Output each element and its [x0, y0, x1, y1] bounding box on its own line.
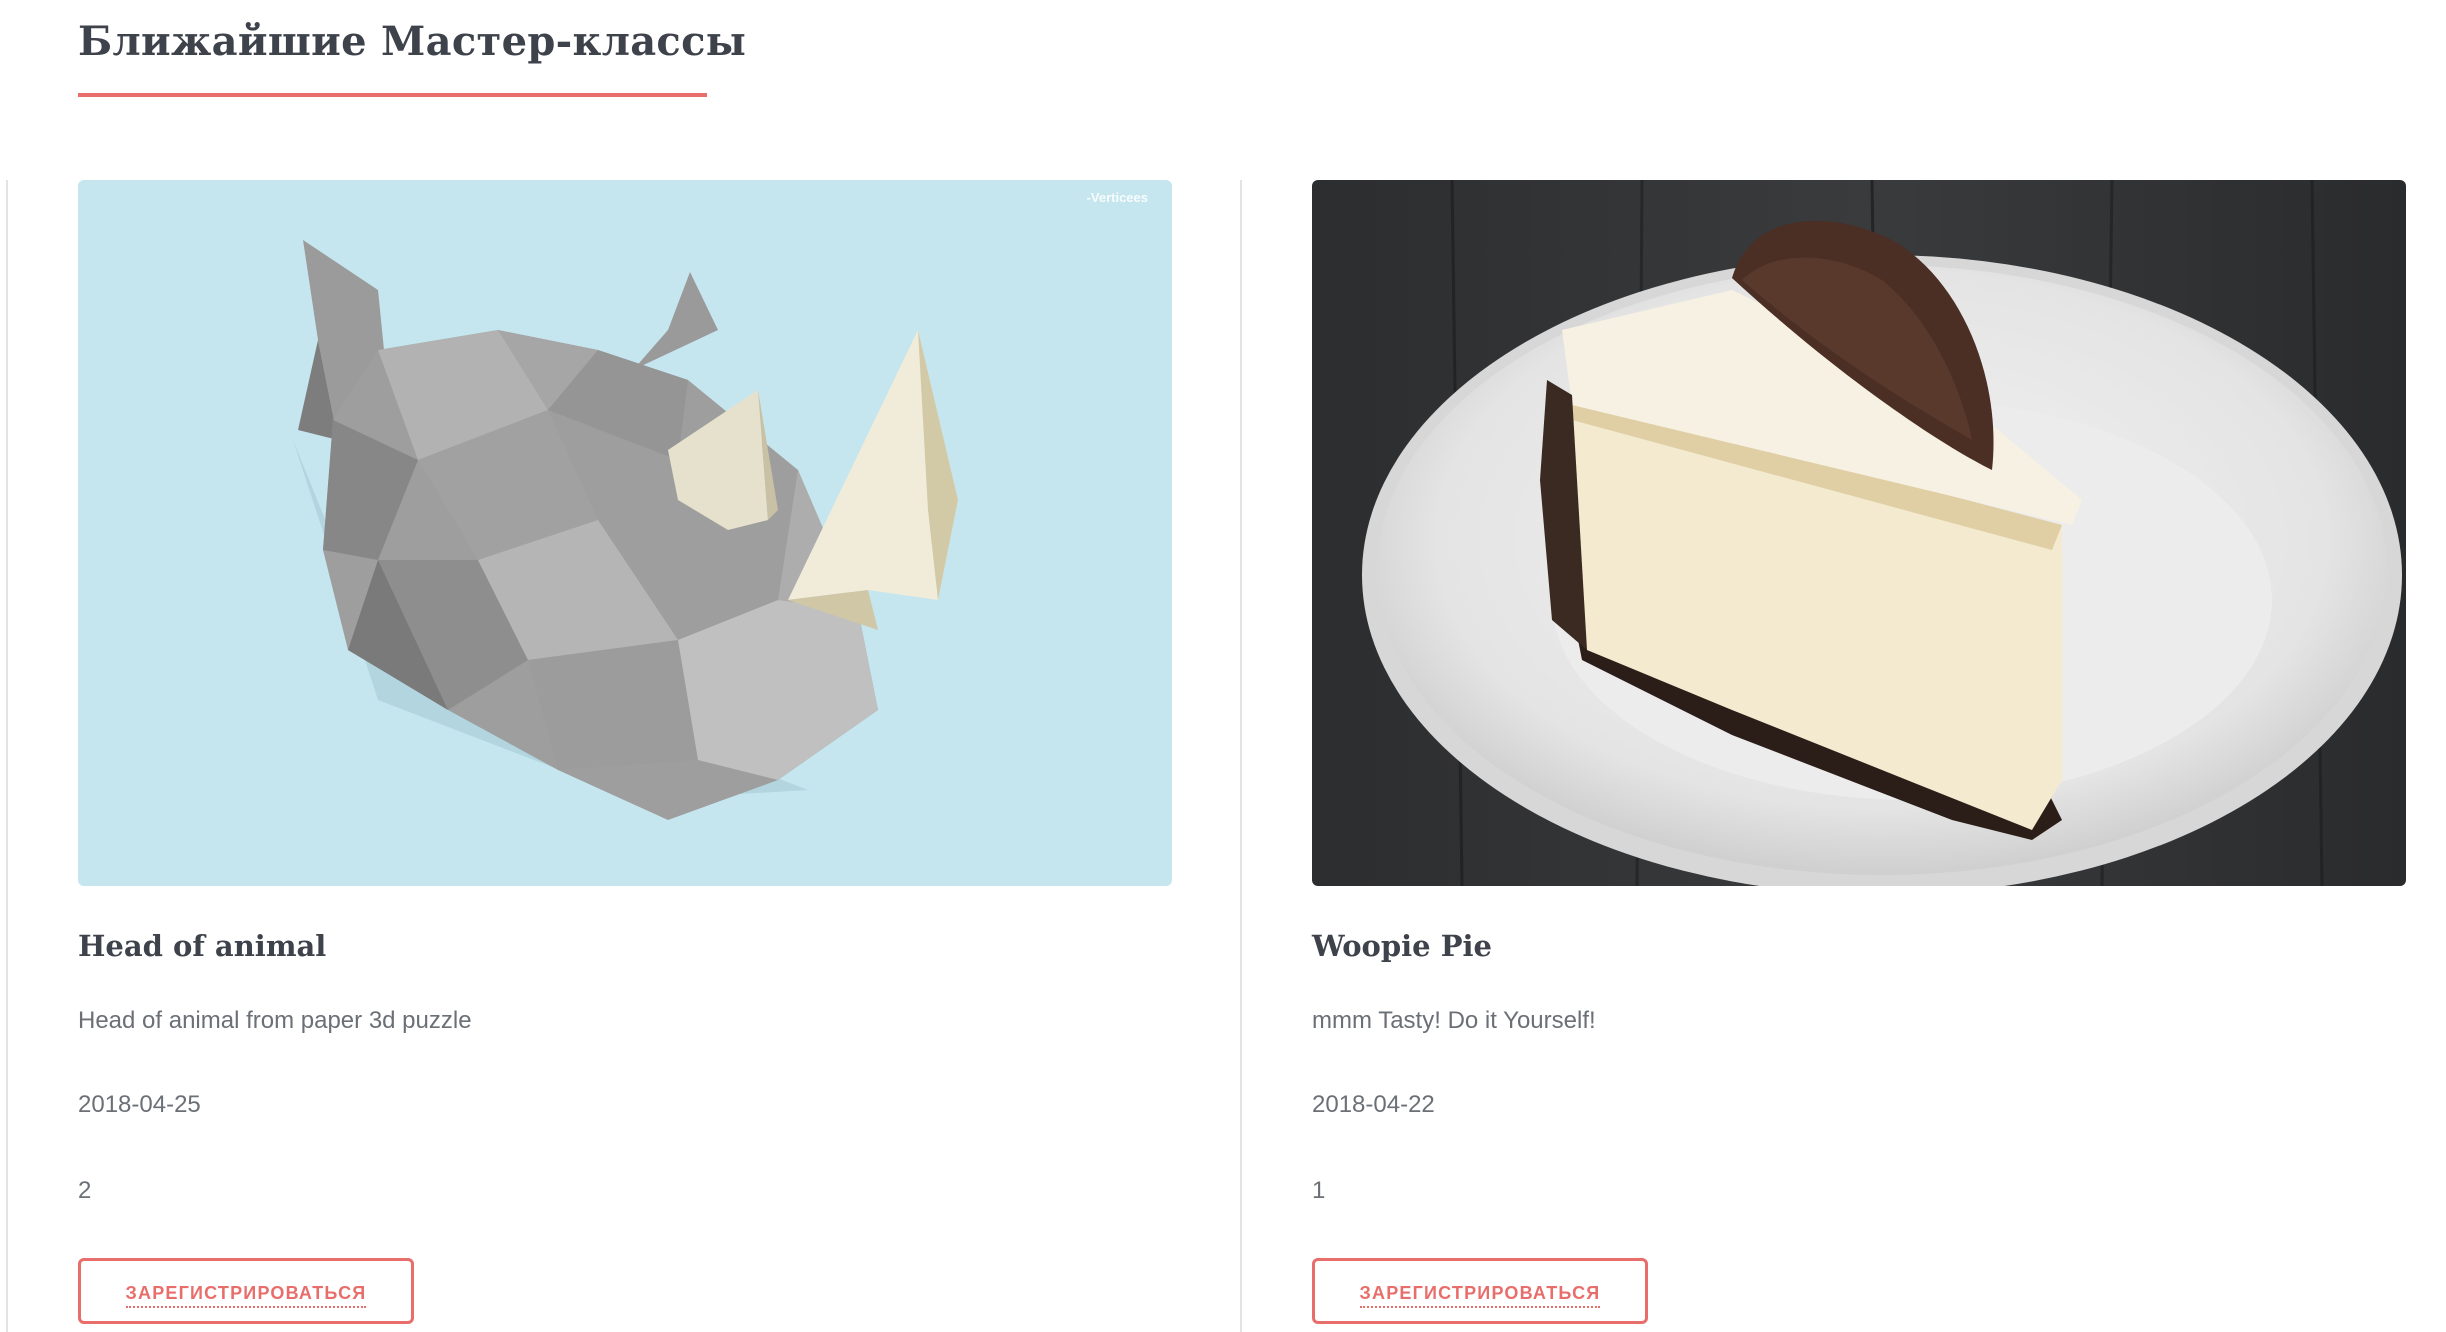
workshop-card: -Verticees Head of animal Head of animal…: [78, 180, 1172, 1324]
workshop-description: mmm Tasty! Do it Yourself!: [1312, 1007, 1596, 1034]
rhino-image: [78, 180, 1172, 886]
workshop-card: Woopie Pie mmm Tasty! Do it Yourself! 20…: [1312, 180, 2406, 1324]
workshop-image[interactable]: [1312, 180, 2406, 886]
image-watermark: -Verticees: [1086, 190, 1148, 205]
workshop-count: 2: [78, 1177, 92, 1204]
register-button[interactable]: ЗАРЕГИСТРИРОВАТЬСЯ: [1312, 1258, 1648, 1324]
section-title-underline: [78, 93, 707, 97]
workshop-title[interactable]: Head of animal: [78, 928, 326, 964]
cheesecake-image: [1312, 180, 2406, 886]
workshop-image[interactable]: -Verticees: [78, 180, 1172, 886]
column-divider: [6, 180, 8, 1332]
register-button[interactable]: ЗАРЕГИСТРИРОВАТЬСЯ: [78, 1258, 414, 1324]
register-button-label: ЗАРЕГИСТРИРОВАТЬСЯ: [1359, 1283, 1601, 1308]
register-button-label: ЗАРЕГИСТРИРОВАТЬСЯ: [125, 1283, 367, 1308]
workshop-description: Head of animal from paper 3d puzzle: [78, 1007, 472, 1034]
workshop-count: 1: [1312, 1177, 1326, 1204]
section-title: Ближайшие Мастер-классы: [78, 18, 747, 65]
workshop-date: 2018-04-25: [78, 1091, 201, 1118]
workshop-date: 2018-04-22: [1312, 1091, 1435, 1118]
column-divider: [1240, 180, 1242, 1332]
workshop-title[interactable]: Woopie Pie: [1312, 928, 1492, 964]
